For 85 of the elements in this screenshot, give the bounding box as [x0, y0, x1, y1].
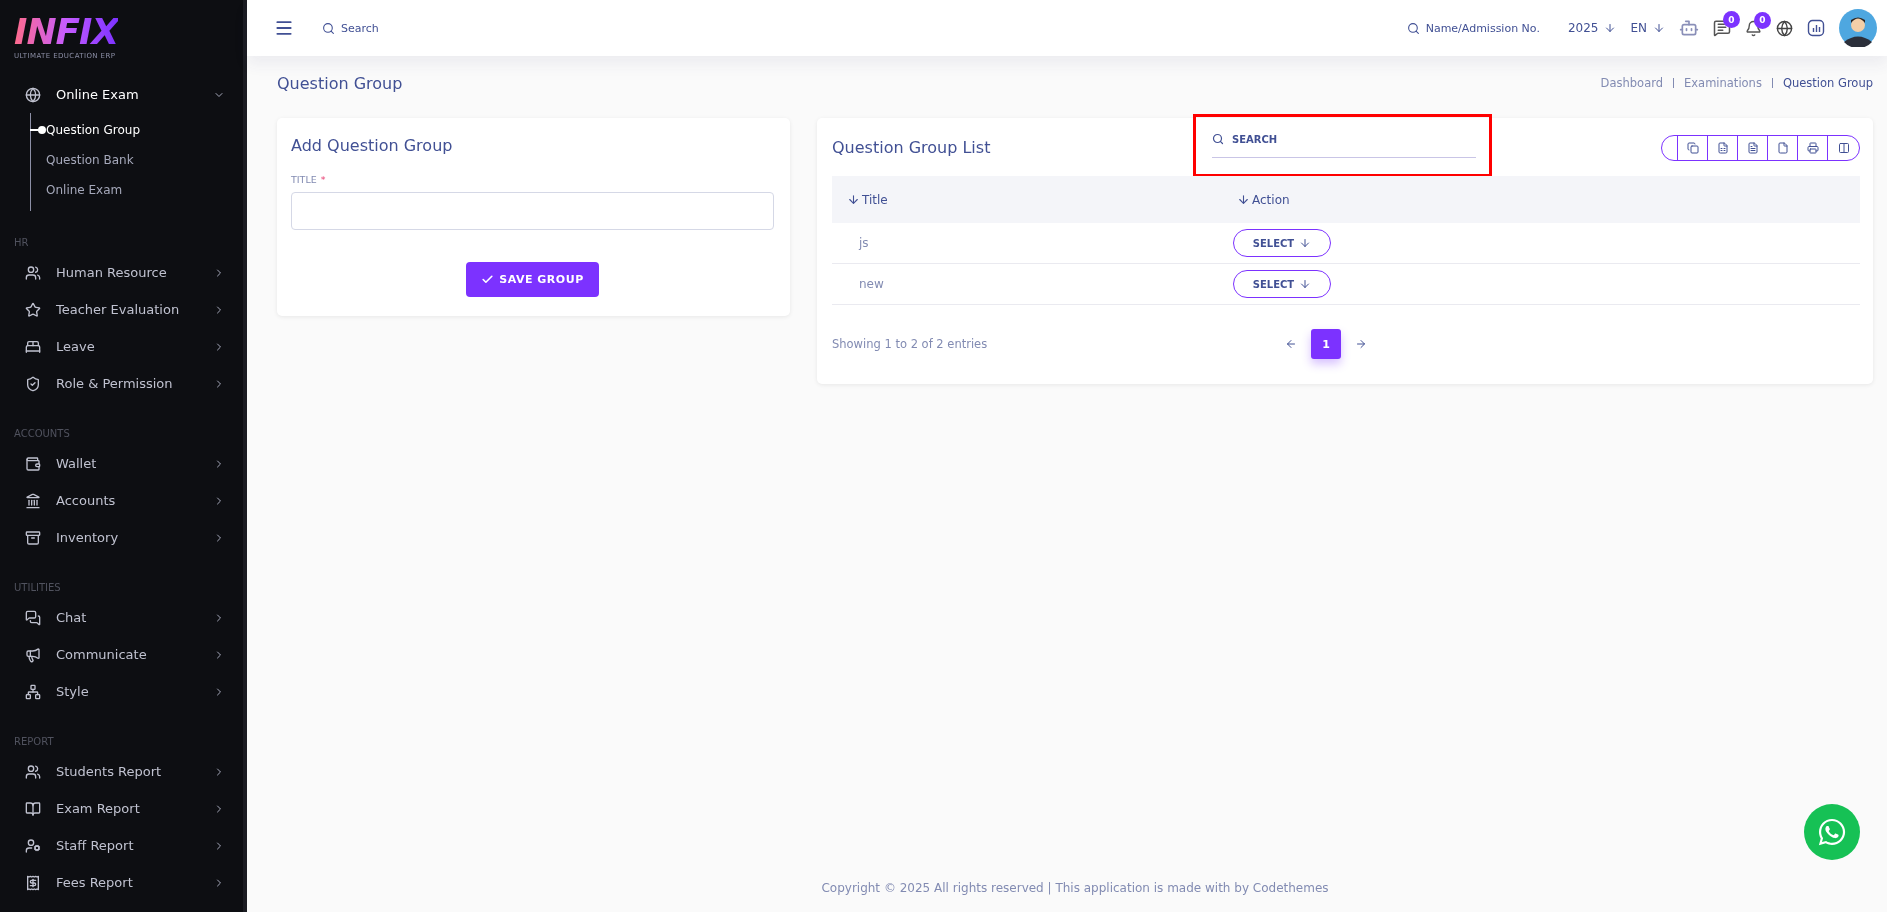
globe-icon — [25, 86, 41, 103]
user-gear-icon — [25, 837, 41, 854]
sidebar-item[interactable]: Role & Permission — [56, 376, 199, 391]
footer-text: Copyright © 2025 All rights reserved | This application is made with by Codethemes — [820, 881, 1330, 897]
section-heading: HR — [13, 237, 30, 248]
submenu-item[interactable]: Question Group — [31, 115, 243, 145]
columns-icon — [1837, 141, 1850, 154]
whatsapp-button[interactable] — [1804, 804, 1860, 860]
table-cell: new — [832, 264, 1222, 305]
arrow-down-icon — [1237, 193, 1250, 206]
book-icon — [25, 800, 41, 817]
robot-icon[interactable] — [1679, 18, 1699, 38]
search-field[interactable]: SEARCH — [1212, 121, 1476, 158]
star-icon — [25, 301, 41, 318]
spreadsheet-icon — [1716, 141, 1729, 154]
receipt-icon — [25, 874, 41, 891]
sidebar-item[interactable]: Chat — [56, 610, 199, 625]
page-button[interactable]: 1 — [1311, 329, 1341, 359]
avatar[interactable] — [1839, 9, 1877, 47]
print-icon — [1806, 141, 1819, 154]
submenu-item[interactable]: Question Bank — [31, 145, 243, 175]
arrow-down-icon — [847, 193, 860, 206]
bed-icon — [25, 338, 41, 355]
arrow-down-icon — [1299, 237, 1312, 249]
section-heading: ACCOUNTS — [13, 428, 71, 439]
chat-icon — [25, 609, 41, 626]
copy-icon — [1686, 141, 1699, 154]
arrow-down-icon — [1653, 22, 1665, 34]
sidebar-item[interactable]: Online Exam — [56, 87, 199, 102]
whatsapp-icon — [1817, 817, 1847, 847]
sidebar-item[interactable]: Wallet — [56, 456, 199, 471]
arrow-down-icon — [1604, 22, 1617, 34]
table-cell: js — [832, 223, 1222, 264]
section-heading: UTILITIES — [13, 582, 62, 593]
submenu-item[interactable]: Online Exam — [31, 175, 243, 205]
file-icon — [1776, 141, 1789, 154]
bank-icon — [25, 492, 41, 509]
previous-page-icon[interactable] — [1285, 338, 1297, 350]
arrow-down-icon — [1299, 278, 1312, 290]
sidebar-item[interactable]: Human Resource — [56, 265, 199, 280]
count-badge: 0 — [1754, 11, 1771, 29]
globe-icon[interactable] — [1776, 19, 1793, 37]
sidebar-item[interactable]: Accounts — [56, 493, 199, 508]
users-icon — [25, 763, 41, 780]
archive-icon — [25, 529, 41, 546]
bar-chart-icon[interactable] — [1807, 19, 1825, 37]
search-icon — [322, 21, 335, 35]
section-heading: REPORT — [13, 736, 55, 747]
sidebar-item[interactable]: Communicate — [56, 647, 199, 662]
sidebar-item[interactable]: Leave — [56, 339, 199, 354]
breadcrumb-link[interactable]: Question Group — [1782, 76, 1873, 90]
title-input[interactable] — [291, 192, 774, 230]
page-title: Question Group — [277, 73, 403, 93]
count-badge: 0 — [1723, 11, 1740, 28]
megaphone-icon — [25, 646, 41, 663]
search-icon — [1406, 21, 1420, 35]
sidebar-item[interactable]: Style — [56, 684, 199, 699]
sidebar-item[interactable]: Staff Report — [56, 838, 199, 853]
sidebar-item[interactable]: Teacher Evaluation — [56, 302, 199, 317]
sidebar-item[interactable]: Fees Report — [56, 875, 199, 890]
next-page-icon[interactable] — [1355, 338, 1367, 350]
sidebar-item[interactable]: Students Report — [56, 764, 199, 779]
menu-icon[interactable] — [274, 18, 294, 38]
sidebar-item[interactable]: Inventory — [56, 530, 199, 545]
language-dropdown[interactable]: EN — [1630, 21, 1665, 35]
sidebar-item[interactable]: Exam Report — [56, 801, 199, 816]
card-title: Question Group List — [832, 138, 992, 157]
student-search-field[interactable]: Name/Admission No. — [1406, 21, 1540, 35]
save-button[interactable]: SAVE GROUP — [466, 262, 599, 297]
document-icon — [1746, 141, 1759, 154]
column-header[interactable]: Action — [1222, 176, 1860, 223]
search-field[interactable]: Search — [322, 21, 379, 35]
column-header[interactable]: Title — [832, 176, 1222, 223]
wallet-icon — [25, 455, 41, 472]
network-icon — [25, 683, 41, 700]
shield-icon — [25, 375, 41, 392]
field-label: TITLE * — [291, 174, 327, 185]
year-dropdown[interactable]: 2025 — [1567, 21, 1617, 35]
entries-info: Showing 1 to 2 of 2 entries — [832, 337, 989, 351]
select-button[interactable]: SELECT — [1233, 229, 1331, 257]
check-icon — [481, 273, 495, 286]
card-title: Add Question Group — [291, 136, 454, 155]
search-icon — [1212, 133, 1224, 145]
users-icon — [25, 264, 41, 281]
select-button[interactable]: SELECT — [1233, 270, 1331, 298]
